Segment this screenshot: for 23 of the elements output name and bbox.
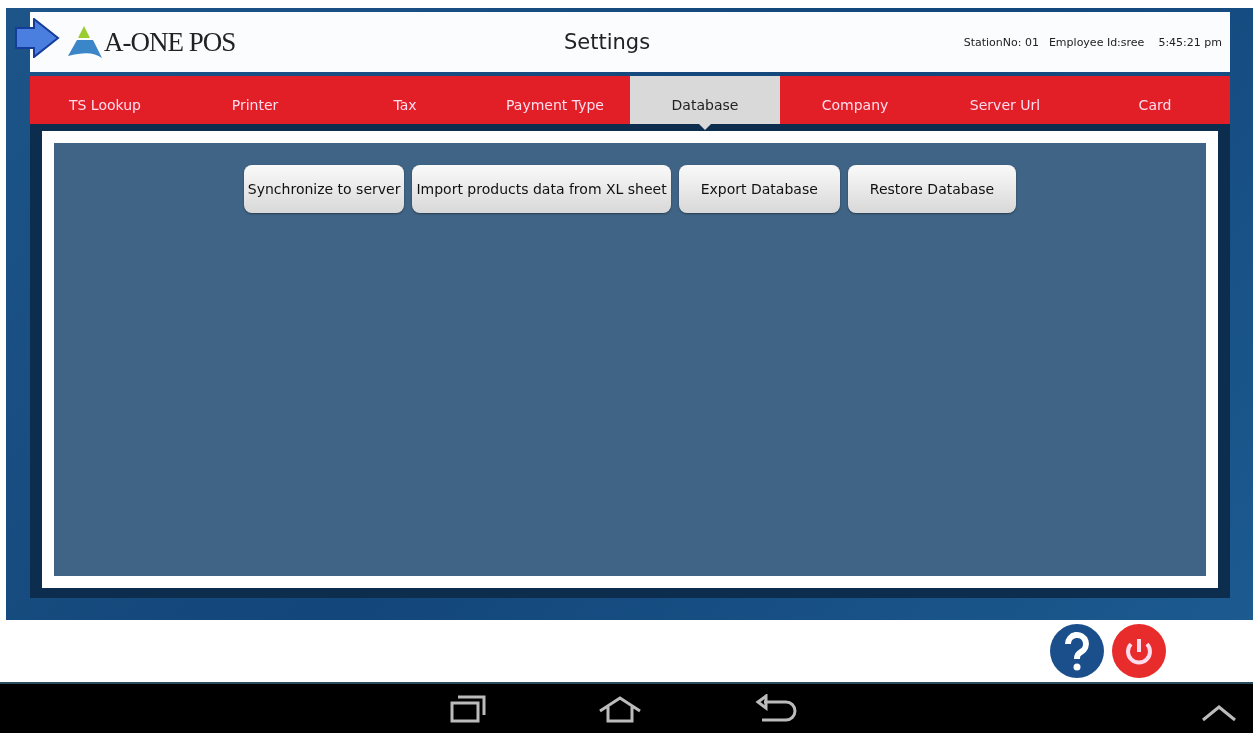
logo-text: A-ONE POS: [104, 26, 236, 58]
help-icon[interactable]: [1049, 623, 1105, 679]
action-button[interactable]: Synchronize to server: [243, 165, 405, 213]
action-button[interactable]: Export Database: [678, 165, 840, 213]
settings-tab[interactable]: Payment Type: [480, 76, 630, 124]
back-icon[interactable]: [754, 693, 798, 724]
employee-id: Employee Id:sree: [1048, 35, 1145, 49]
settings-tab[interactable]: Tax: [330, 76, 480, 124]
logo-icon: [66, 26, 102, 58]
action-button[interactable]: Restore Database: [847, 165, 1017, 213]
recent-apps-icon[interactable]: [450, 694, 486, 723]
power-icon[interactable]: [1111, 623, 1167, 679]
settings-tab[interactable]: Card: [1080, 76, 1230, 124]
chevron-up-icon[interactable]: [1201, 704, 1237, 722]
action-button[interactable]: Import products data from XL sheet: [412, 165, 671, 213]
clock-time: 5:45:21 pm: [1158, 35, 1222, 49]
settings-tab[interactable]: Company: [780, 76, 930, 124]
arrow-icon[interactable]: [14, 18, 60, 58]
settings-tab[interactable]: Printer: [180, 76, 330, 124]
settings-tab[interactable]: Server Url: [930, 76, 1080, 124]
station-number: StationNo: 01: [963, 35, 1039, 49]
page-title: Settings: [564, 30, 652, 54]
settings-tab[interactable]: TS Lookup: [30, 76, 180, 124]
